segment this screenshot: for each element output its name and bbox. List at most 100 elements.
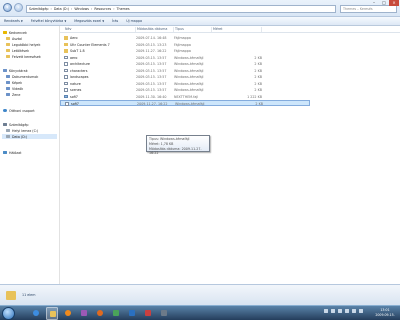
taskbar-app-button[interactable] [110,307,122,320]
volume-icon[interactable] [345,309,349,313]
file-row[interactable]: sofi7 2009.11.30. 16:40 NEXTTHEM.fajl 1 222… [60,94,310,100]
sidebar-item-recent[interactable]: Legutóbbi helyek [6,42,40,47]
sidebar-item-label: Legutóbbi helyek [12,42,41,47]
sidebar-item-drive-d[interactable]: Data (D:) [2,134,57,139]
new-folder-button[interactable]: Új mappa [126,19,142,23]
address-bar: ‹ › Számítógép › Data (D:) › Windows › Reso… [0,0,400,17]
share-button[interactable]: Megosztás ezzel▼ [74,19,104,23]
column-header-name[interactable]: Név [64,27,136,32]
file-size: 2 KB [255,102,263,106]
tray-icon[interactable] [324,309,328,313]
file-name: scenes [70,88,82,92]
breadcrumb-themes[interactable]: Themes [117,7,130,11]
sidebar-item-videos[interactable]: Videók [6,86,23,91]
sidebar-item-drive-c[interactable]: Helyi lemez (C:) [6,128,38,133]
folder-icon [6,36,10,41]
file-size: 2 KB [254,88,262,92]
sidebar-item-saved-searches[interactable]: Felvett keresések [6,54,41,59]
file-row[interactable]: landscapes 2009.03.15. 13:57 Windows-témaf… [60,74,310,80]
maximize-button[interactable]: □ [379,0,389,6]
sidebar-item-desktop[interactable]: Asztal [6,36,22,41]
file-name: SubT 1.8 [70,49,85,53]
clock[interactable]: 13:01 2009.09.15. [372,308,398,318]
sidebar-item-favorites[interactable]: Kedvencek [3,30,27,35]
file-date: 2009.03.15. 13:57 [136,62,167,66]
folder-icon [6,48,10,53]
sidebar-item-label: Dokumentumok [12,74,39,79]
file-row[interactable]: nature 2009.03.15. 13:57 Windows-témafájl 2… [60,81,310,87]
file-row[interactable]: architecture 2009.03.15. 13:57 Windows-tém… [60,61,310,67]
forward-button[interactable]: › [14,3,23,12]
sidebar-item-documents[interactable]: Dokumentumok [6,74,38,79]
sidebar-item-label: Hálózat [9,150,22,155]
sidebar-item-downloads[interactable]: Letöltések [6,48,29,53]
file-name: nature [70,81,81,86]
theme-file-icon [64,75,68,79]
column-header-size[interactable]: Méret [212,27,262,32]
sidebar-item-music[interactable]: Zene [6,92,20,97]
file-name-cell: sofi7 [64,94,78,100]
taskbar-explorer-button[interactable] [46,307,58,320]
chevron-down-icon: ▼ [64,20,67,23]
sidebar-item-pictures[interactable]: Képek [6,80,22,85]
column-header-date[interactable]: Módosítás dátuma [136,27,174,32]
file-date: 2009.03.15. 13:57 [136,88,167,92]
burn-button[interactable]: Írás [112,19,118,23]
file-name: landscapes [70,75,89,79]
folder-icon [6,42,10,47]
sidebar-item-homegroup[interactable]: Otthoni csoport [3,108,35,113]
breadcrumb-windows[interactable]: Windows [74,7,89,11]
breadcrumb-resources[interactable]: Resources [94,7,111,11]
taskbar-media-player-button[interactable] [62,307,74,320]
close-button[interactable]: × [389,0,399,6]
theme-file-icon [65,102,69,106]
file-name: sofi7 [71,102,79,106]
minimize-button[interactable]: – [369,0,379,6]
theme-file-icon [64,68,68,73]
column-header-type[interactable]: Típus [174,27,212,32]
sidebar-item-label: Videók [12,86,24,91]
taskbar-app-button[interactable] [158,307,170,320]
theme-file-icon [64,88,68,92]
file-row[interactable]: SubT 1.8 2009.11.27. 16:22 Fájlmappa [60,48,310,54]
file-row[interactable]: aero 2009.03.15. 13:57 Windows-témafájl 2 K… [60,55,310,61]
file-row[interactable]: Ultr Counter Elements 7 2009.03.15. 13:23… [60,42,310,48]
file-date: 2009.07.14. 16:48 [136,36,167,40]
sidebar-item-libraries[interactable]: Könyvtárak [3,68,28,73]
file-row[interactable]: scenes 2009.03.15. 13:57 Windows-témafájl 2… [60,87,310,93]
breadcrumb-computer[interactable]: Számítógép [29,7,49,11]
breadcrumb-data[interactable]: Data (D:) [54,7,69,11]
sidebar-item-network[interactable]: Hálózat [3,150,21,155]
taskbar-firefox-button[interactable] [94,307,106,320]
organize-button[interactable]: Rendezés▼ [4,19,23,23]
file-name-cell: sofi7 [65,101,79,107]
internet-explorer-icon [33,310,39,316]
app-icon [145,310,151,316]
tray-icon[interactable] [338,309,342,313]
taskbar-app-button[interactable] [126,307,138,320]
back-button[interactable]: ‹ [3,3,12,12]
sidebar-item-label: Asztal [12,36,22,41]
breadcrumb-separator: › [91,7,93,11]
sidebar-item-label: Kedvencek [9,30,27,35]
start-button[interactable] [2,307,15,320]
sidebar-item-label: Könyvtárak [9,68,28,73]
include-library-button[interactable]: Felvétel könyvtárba▼ [31,19,66,23]
network-icon[interactable] [352,309,356,313]
address-field[interactable]: Számítógép › Data (D:) › Windows › Resource… [26,5,336,13]
taskbar-app-button[interactable] [78,307,90,320]
network-icon [3,150,7,155]
file-name-cell: SubT 1.8 [64,48,85,54]
file-row[interactable]: sofi7 2009.11.27. 16:22 Windows-témafájl 2 … [60,100,310,106]
flag-icon[interactable] [359,309,363,313]
tray-icon[interactable] [331,309,335,313]
search-input[interactable]: Themes – Keresés [340,5,397,13]
taskbar-ie-button[interactable] [30,307,42,320]
file-name-cell: characters [64,68,88,74]
file-row[interactable]: Aero 2009.07.14. 16:48 Fájlmappa [60,35,310,41]
file-name-cell: Aero [64,35,78,41]
sidebar-item-computer[interactable]: Számítógép [3,122,29,127]
taskbar-app-button[interactable] [142,307,154,320]
pictures-icon [6,80,10,85]
file-row[interactable]: characters 2009.03.15. 13:57 Windows-témaf… [60,68,310,74]
